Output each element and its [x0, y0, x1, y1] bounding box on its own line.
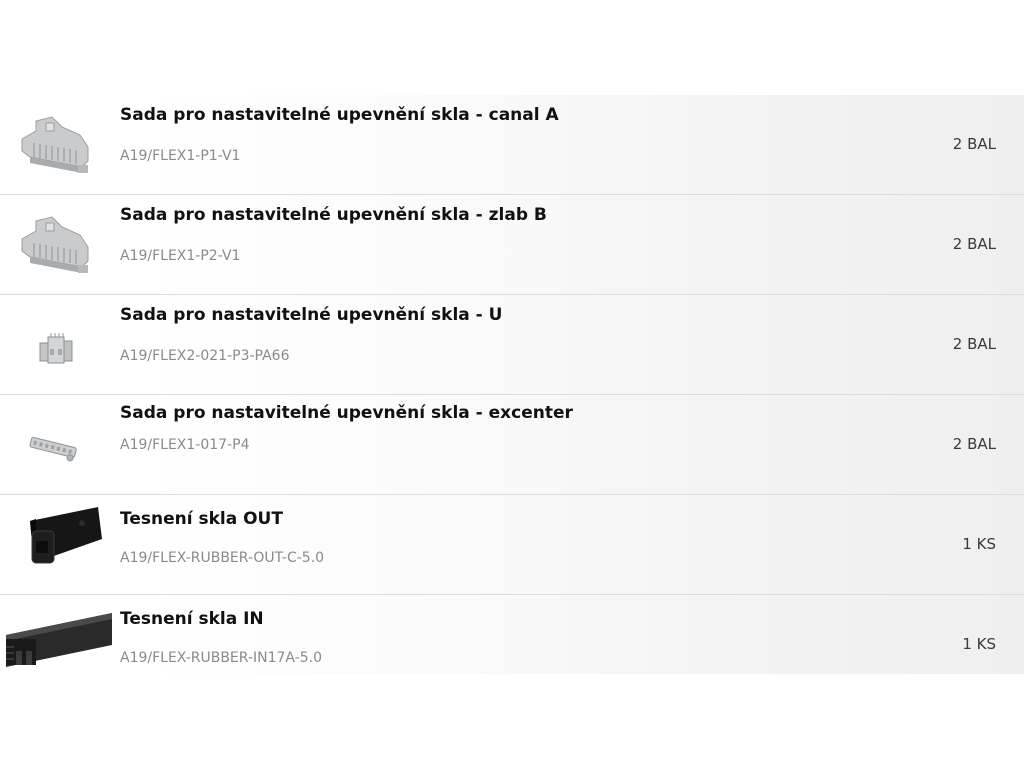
glass-clip-kit-icon — [12, 103, 112, 187]
list-item[interactable]: Sada pro nastavitelné upevnění skla - ca… — [0, 95, 1024, 195]
product-list: Sada pro nastavitelné upevnění skla - ca… — [0, 95, 1024, 674]
item-quantity: 2 BAL — [952, 435, 996, 453]
item-title[interactable]: Sada pro nastavitelné upevnění skla - ca… — [120, 105, 559, 125]
item-title[interactable]: Sada pro nastavitelné upevnění skla - ex… — [120, 403, 573, 423]
glass-clip-kit-icon — [12, 203, 112, 287]
rubber-seal-out-icon — [12, 503, 112, 587]
item-quantity: 1 KS — [962, 635, 996, 653]
list-item[interactable]: Tesnení skla OUT A19/FLEX-RUBBER-OUT-C-5… — [0, 495, 1024, 595]
item-title[interactable]: Tesnení skla IN — [120, 609, 264, 629]
item-quantity: 2 BAL — [952, 235, 996, 253]
eccentric-strip-icon — [12, 403, 112, 487]
list-item[interactable]: Sada pro nastavitelné upevnění skla - zl… — [0, 195, 1024, 295]
item-code: A19/FLEX1-P1-V1 — [120, 148, 241, 164]
item-title[interactable]: Sada pro nastavitelné upevnění skla - U — [120, 305, 502, 325]
item-quantity: 2 BAL — [952, 135, 996, 153]
item-title[interactable]: Tesnení skla OUT — [120, 509, 283, 529]
item-code: A19/FLEX1-P2-V1 — [120, 248, 241, 264]
item-code: A19/FLEX2-021-P3-PA66 — [120, 348, 290, 364]
item-code: A19/FLEX-RUBBER-OUT-C-5.0 — [120, 550, 325, 566]
list-item[interactable]: Sada pro nastavitelné upevnění skla - U … — [0, 295, 1024, 395]
item-quantity: 2 BAL — [952, 335, 996, 353]
list-item[interactable]: Tesnení skla IN A19/FLEX-RUBBER-IN17A-5.… — [0, 595, 1024, 674]
item-quantity: 1 KS — [962, 535, 996, 553]
item-code: A19/FLEX-RUBBER-IN17A-5.0 — [120, 650, 322, 666]
list-item[interactable]: Sada pro nastavitelné upevnění skla - ex… — [0, 395, 1024, 495]
item-code: A19/FLEX1-017-P4 — [120, 437, 250, 453]
u-clip-icon — [12, 303, 112, 387]
rubber-seal-in-icon — [4, 605, 112, 674]
item-title[interactable]: Sada pro nastavitelné upevnění skla - zl… — [120, 205, 547, 225]
